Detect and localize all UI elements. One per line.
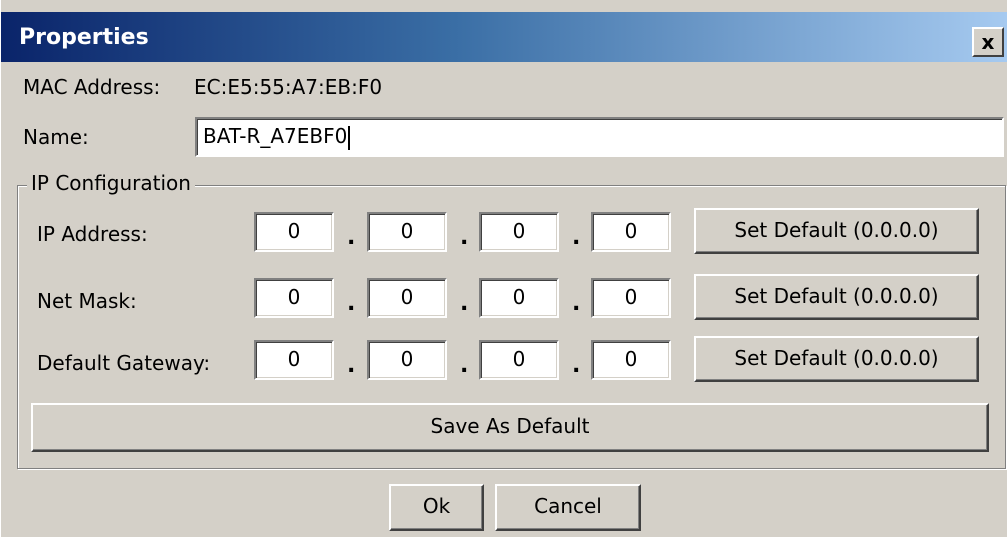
window-title: Properties — [19, 25, 149, 50]
gateway-set-default-button[interactable]: Set Default (0.0.0.0) — [694, 336, 979, 382]
mask-octet-1[interactable]: 0 — [254, 278, 334, 318]
mac-address-value: EC:E5:55:A7:EB:F0 — [194, 75, 383, 99]
mask-dot-3: . — [572, 291, 581, 316]
ip-set-default-button[interactable]: Set Default (0.0.0.0) — [694, 208, 979, 254]
mask-set-default-button[interactable]: Set Default (0.0.0.0) — [694, 274, 979, 320]
mask-dot-1: . — [347, 291, 356, 316]
gateway-octet-3[interactable]: 0 — [479, 340, 559, 380]
ip-octet-4[interactable]: 0 — [591, 212, 671, 252]
mask-octet-4[interactable]: 0 — [591, 278, 671, 318]
name-field-value: BAT-R_A7EBF0 — [203, 124, 348, 148]
ip-octet-1[interactable]: 0 — [254, 212, 334, 252]
gateway-dot-3: . — [572, 353, 581, 378]
mask-octet-3-value: 0 — [512, 285, 526, 309]
mac-address-label: MAC Address: — [23, 75, 161, 99]
ip-octet-3[interactable]: 0 — [479, 212, 559, 252]
close-icon: x — [981, 30, 995, 54]
gateway-octet-1-value: 0 — [287, 347, 301, 371]
ip-octet-3-value: 0 — [512, 219, 526, 243]
gateway-octet-4[interactable]: 0 — [591, 340, 671, 380]
mask-octet-4-value: 0 — [624, 285, 638, 309]
mask-octet-1-value: 0 — [287, 285, 301, 309]
ip-octet-4-value: 0 — [624, 219, 638, 243]
ip-configuration-title: IP Configuration — [27, 170, 195, 196]
mask-octet-3[interactable]: 0 — [479, 278, 559, 318]
mask-dot-2: . — [460, 291, 469, 316]
ip-address-label: IP Address: — [37, 222, 148, 246]
ip-dot-2: . — [460, 225, 469, 250]
gateway-octet-2[interactable]: 0 — [367, 340, 447, 380]
gateway-octet-2-value: 0 — [400, 347, 414, 371]
gateway-dot-1: . — [347, 353, 356, 378]
mask-octet-2-value: 0 — [400, 285, 414, 309]
ip-octet-1-value: 0 — [287, 219, 301, 243]
text-caret — [348, 125, 351, 150]
name-label: Name: — [23, 125, 89, 149]
ip-dot-1: . — [347, 225, 356, 250]
title-bar[interactable]: Properties — [1, 12, 1007, 62]
save-as-default-button[interactable]: Save As Default — [31, 403, 989, 452]
net-mask-label: Net Mask: — [37, 289, 137, 313]
gateway-octet-1[interactable]: 0 — [254, 340, 334, 380]
gateway-octet-3-value: 0 — [512, 347, 526, 371]
properties-dialog: Properties x MAC Address: EC:E5:55:A7:EB… — [0, 0, 1007, 537]
default-gateway-label: Default Gateway: — [37, 351, 211, 375]
gateway-octet-4-value: 0 — [624, 347, 638, 371]
close-button[interactable]: x — [972, 27, 1004, 57]
name-field[interactable]: BAT-R_A7EBF0 — [195, 117, 1004, 157]
mask-octet-2[interactable]: 0 — [367, 278, 447, 318]
gateway-dot-2: . — [460, 353, 469, 378]
cancel-button[interactable]: Cancel — [495, 484, 641, 531]
ip-octet-2-value: 0 — [400, 219, 414, 243]
ok-button[interactable]: Ok — [389, 484, 484, 531]
ip-octet-2[interactable]: 0 — [367, 212, 447, 252]
ip-dot-3: . — [572, 225, 581, 250]
